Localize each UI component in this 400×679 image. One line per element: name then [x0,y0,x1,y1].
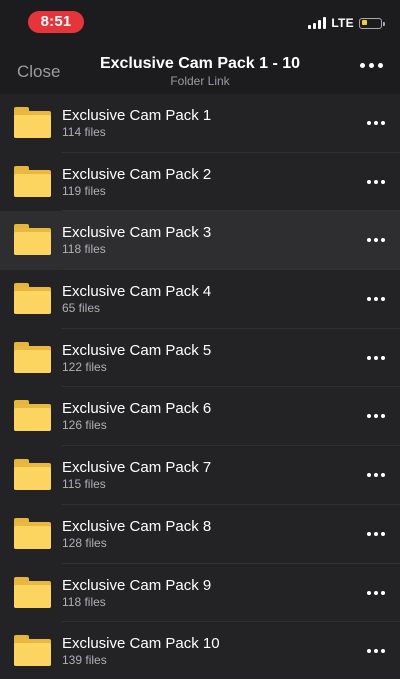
ellipsis-icon-dot [381,121,385,125]
folder-file-count: 119 files [62,183,106,198]
folder-name: Exclusive Cam Pack 5 [62,341,212,359]
ellipsis-icon-dot [381,649,385,654]
ellipsis-icon-dot [374,414,378,419]
folder-icon [14,222,51,256]
folder-icon [14,516,51,550]
folder-file-count: 115 files [62,477,106,492]
ellipsis-icon-dot [369,63,374,68]
folder-file-count: 118 files [62,594,106,609]
screen: 8:51 LTE Close Exclusive Cam Pack 1 - 10… [0,0,400,679]
folder-row[interactable]: Exclusive Cam Pack 1 114 files [0,94,400,153]
row-more-options-button[interactable] [367,649,385,654]
folder-row[interactable]: Exclusive Cam Pack 9 118 files [0,563,400,623]
battery-icon [359,17,385,29]
folder-row[interactable]: Exclusive Cam Pack 10 139 files [0,622,400,679]
folder-icon [14,164,51,198]
folder-list[interactable]: Exclusive Cam Pack 1 114 files Exclusive C… [0,94,400,679]
folder-name: Exclusive Cam Pack 1 [62,107,212,124]
ellipsis-icon-dot [374,179,378,184]
folder-icon [14,457,51,491]
folder-row[interactable]: Exclusive Cam Pack 4 65 files [0,270,400,329]
folder-name: Exclusive Cam Pack 4 [62,283,212,301]
ellipsis-icon-dot [367,355,371,360]
ellipsis-icon-dot [381,414,385,419]
row-more-options-button[interactable] [367,473,385,478]
more-options-button[interactable] [360,63,383,68]
folder-name: Exclusive Cam Pack 6 [62,400,212,418]
ellipsis-icon-dot [367,473,371,478]
nav-title-group: Exclusive Cam Pack 1 - 10 Folder Link [70,54,330,89]
page-title: Exclusive Cam Pack 1 - 10 [99,55,301,72]
ellipsis-icon-dot [374,590,378,595]
folder-file-count: 122 files [62,359,107,374]
row-more-options-button[interactable] [367,414,385,419]
status-indicators: LTE [308,14,385,32]
folder-file-count: 65 files [62,301,101,316]
folder-row[interactable]: Exclusive Cam Pack 6 126 files [0,387,400,447]
folder-row[interactable]: Exclusive Cam Pack 2 119 files [0,152,400,212]
page-subtitle: Folder Link [170,74,230,88]
ellipsis-icon-dot [367,297,371,302]
folder-name: Exclusive Cam Pack 9 [62,576,212,594]
ellipsis-icon-dot [374,355,378,360]
folder-file-count: 118 files [62,242,106,257]
folder-name: Exclusive Cam Pack 3 [62,224,212,242]
ellipsis-icon-dot [374,238,378,243]
folder-row[interactable]: Exclusive Cam Pack 3 118 files [0,211,400,271]
ellipsis-icon-dot [381,238,385,243]
ellipsis-icon-dot [367,414,371,419]
folder-icon [14,575,51,609]
folder-row[interactable]: Exclusive Cam Pack 5 122 files [0,328,400,388]
ellipsis-icon-dot [378,63,383,68]
close-button[interactable]: Close [17,62,60,82]
ellipsis-icon-dot [374,121,378,125]
folder-icon [14,281,51,315]
status-bar: 8:51 LTE [0,0,400,44]
ellipsis-icon-dot [381,531,385,536]
ellipsis-icon-dot [367,179,371,184]
navigation-bar: Close Exclusive Cam Pack 1 - 10 Folder L… [0,44,400,94]
folder-file-count: 128 files [62,535,107,550]
folder-name: Exclusive Cam Pack 2 [62,165,212,183]
folder-icon [14,398,51,432]
folder-name: Exclusive Cam Pack 7 [62,459,212,477]
ellipsis-icon-dot [360,63,365,68]
ellipsis-icon-dot [374,649,378,654]
folder-row[interactable]: Exclusive Cam Pack 8 128 files [0,504,400,564]
row-more-options-button[interactable] [367,238,385,243]
folder-file-count: 114 files [62,125,106,139]
row-more-options-button[interactable] [367,179,385,184]
row-more-options-button[interactable] [367,590,385,595]
folder-row[interactable]: Exclusive Cam Pack 7 115 files [0,446,400,505]
ellipsis-icon-dot [381,473,385,478]
folder-name: Exclusive Cam Pack 10 [62,635,220,653]
battery-level [361,20,367,25]
ellipsis-icon-dot [367,531,371,536]
ellipsis-icon-dot [367,238,371,243]
ellipsis-icon-dot [374,473,378,478]
ellipsis-icon-dot [381,590,385,595]
row-more-options-button[interactable] [367,355,385,360]
folder-name: Exclusive Cam Pack 8 [62,517,212,535]
row-more-options-button[interactable] [367,531,385,536]
folder-icon [14,340,51,374]
network-type: LTE [331,16,354,30]
ellipsis-icon-dot [367,590,371,595]
status-time[interactable]: 8:51 [28,11,84,33]
ellipsis-icon-dot [381,179,385,184]
folder-icon [14,105,51,139]
folder-file-count: 139 files [62,653,107,668]
row-more-options-button[interactable] [367,297,385,302]
ellipsis-icon-dot [367,121,371,125]
folder-file-count: 126 files [62,418,107,433]
ellipsis-icon-dot [381,355,385,360]
ellipsis-icon-dot [374,531,378,536]
ellipsis-icon-dot [374,297,378,302]
folder-icon [14,633,51,667]
row-more-options-button[interactable] [367,121,385,125]
ellipsis-icon-dot [381,297,385,302]
ellipsis-icon-dot [367,649,371,654]
cellular-signal-icon [308,17,327,29]
